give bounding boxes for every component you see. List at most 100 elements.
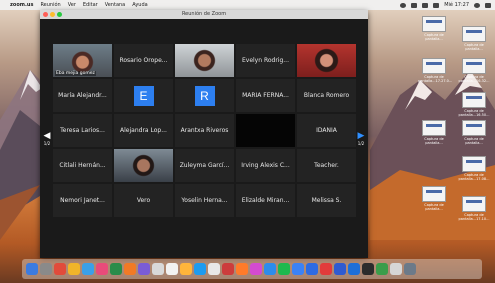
dock-app-icon[interactable] [362, 263, 374, 275]
notification-icon[interactable] [485, 2, 491, 8]
participant-tile[interactable]: Rosario Orope... [114, 44, 173, 77]
screenshot-thumbnail-icon [462, 92, 486, 108]
dock-app-icon[interactable] [54, 263, 66, 275]
participant-tile[interactable]: R [175, 79, 234, 112]
search-icon[interactable] [474, 2, 480, 8]
next-page-button[interactable]: ▶ 1/2 [356, 123, 366, 153]
participant-video [114, 149, 173, 182]
fullscreen-window-button[interactable] [57, 12, 62, 17]
participant-tile[interactable]: E [114, 79, 173, 112]
desktop-file-icon[interactable]: Captura de pantalla... [418, 186, 450, 211]
status-icon[interactable] [400, 2, 407, 8]
dock-app-icon[interactable] [110, 263, 122, 275]
participant-tile[interactable]: Nemori Janet... [53, 184, 112, 217]
participant-tile[interactable]: Evelyn Rodrig... [236, 44, 295, 77]
dock-app-icon[interactable] [222, 263, 234, 275]
menu-item-ver[interactable]: Ver [68, 0, 76, 10]
participant-tile[interactable]: Teacher. [297, 149, 356, 182]
desktop-file-icon[interactable]: Captura de pantalla...16.50... [458, 92, 490, 117]
desktop-file-label: Captura de pantalla...17.08... [458, 173, 490, 181]
dock-app-icon[interactable] [320, 263, 332, 275]
dock-app-icon[interactable] [250, 263, 262, 275]
participant-tile[interactable]: Eba mejia gomez [53, 44, 112, 77]
volume-icon[interactable] [422, 2, 429, 8]
participant-tile[interactable]: Alejandra Lop... [114, 114, 173, 147]
battery-icon[interactable] [433, 2, 440, 8]
dock-app-icon[interactable] [138, 263, 150, 275]
participant-name: Irving Alexis C... [241, 162, 290, 169]
dock-app-icon[interactable] [124, 263, 136, 275]
participant-tile[interactable] [297, 44, 356, 77]
screenshot-thumbnail-icon [462, 26, 486, 42]
dock-app-icon[interactable] [376, 263, 388, 275]
desktop-file-icon[interactable]: Captura de pantalla...17.10... [458, 196, 490, 221]
dock-app-icon[interactable] [334, 263, 346, 275]
chevron-left-icon: ◀ [43, 130, 51, 141]
desktop-file-icon[interactable]: Captura de pantalla... [418, 16, 450, 41]
zoom-meeting-window: Reunión de Zoom ◀ 1/2 ▶ 1/2 Eba mejia go… [40, 10, 368, 258]
dock-app-icon[interactable] [68, 263, 80, 275]
desktop-file-label: Captura de pantalla... [424, 137, 444, 145]
desktop-file-icon[interactable]: Captura de pantalla... [458, 120, 490, 145]
dock-app-icon[interactable] [278, 263, 290, 275]
dock-app-icon[interactable] [152, 263, 164, 275]
dock-app-icon[interactable] [40, 263, 52, 275]
wifi-icon[interactable] [411, 2, 418, 8]
dock-app-icon[interactable] [82, 263, 94, 275]
chevron-right-icon: ▶ [357, 130, 365, 141]
dock-app-icon[interactable] [194, 263, 206, 275]
page-indicator-left: 1/2 [43, 140, 51, 146]
menu-clock[interactable]: Mié 17:27 [444, 2, 469, 8]
dock-app-icon[interactable] [306, 263, 318, 275]
previous-page-button[interactable]: ◀ 1/2 [42, 123, 52, 153]
menu-item-ayuda[interactable]: Ayuda [132, 0, 147, 10]
participant-tile[interactable] [175, 44, 234, 77]
dock-app-icon[interactable] [264, 263, 276, 275]
close-window-button[interactable] [43, 12, 48, 17]
participant-tile[interactable] [114, 149, 173, 182]
desktop-file-icon[interactable]: Captura de pantalla...17.27.0... [418, 58, 452, 83]
desktop-file-label: Captura de pantalla...16.50... [458, 109, 490, 117]
dock-app-icon[interactable] [208, 263, 220, 275]
screenshot-thumbnail-icon [462, 196, 486, 212]
dock-app-icon[interactable] [166, 263, 178, 275]
participant-tile[interactable]: Blanca Romero [297, 79, 356, 112]
dock-app-icon[interactable] [348, 263, 360, 275]
menu-item-ventana[interactable]: Ventana [105, 0, 126, 10]
participant-tile[interactable]: Yoselin Herna... [175, 184, 234, 217]
desktop-file-icon[interactable]: Captura de pantalla...16.32... [458, 58, 490, 83]
dock-app-icon[interactable] [26, 263, 38, 275]
participant-name: Arantxa Riveros [180, 127, 229, 134]
participant-video [297, 44, 356, 77]
dock-app-icon[interactable] [292, 263, 304, 275]
desktop-file-icon[interactable]: Captura de pantalla...17.08... [458, 156, 490, 181]
dock-app-icon[interactable] [180, 263, 192, 275]
participant-tile[interactable]: Teresa Larios... [53, 114, 112, 147]
participant-tile[interactable]: Irving Alexis C... [236, 149, 295, 182]
desktop-file-label: Captura de pantalla... [464, 43, 484, 51]
participant-tile[interactable]: Citlali Hernán... [53, 149, 112, 182]
participant-tile[interactable]: MARIA FERNA... [236, 79, 295, 112]
page-indicator-right: 1/2 [357, 140, 365, 146]
dock-app-icon[interactable] [390, 263, 402, 275]
participant-tile[interactable]: Melissa S. [297, 184, 356, 217]
participant-tile[interactable]: Zuleyma Garcí... [175, 149, 234, 182]
menu-app-name[interactable]: zoom.us [10, 0, 33, 10]
dock-app-icon[interactable] [96, 263, 108, 275]
minimize-window-button[interactable] [50, 12, 55, 17]
participant-tile[interactable]: Elizalde Miran... [236, 184, 295, 217]
participant-tile[interactable] [236, 114, 295, 147]
menu-item-reunion[interactable]: Reunión [40, 0, 60, 10]
desktop-file-icon[interactable]: Captura de pantalla... [418, 120, 450, 145]
mac-menu-bar: zoom.us Reunión Ver Editar Ventana Ayuda… [0, 0, 495, 10]
participant-tile[interactable]: María Alejandr... [53, 79, 112, 112]
participant-tile[interactable]: IDANIA [297, 114, 356, 147]
participant-tile[interactable]: Vero [114, 184, 173, 217]
participant-name: Elizalde Miran... [241, 197, 290, 204]
desktop-file-icon[interactable]: Captura de pantalla... [458, 26, 490, 51]
menu-item-editar[interactable]: Editar [83, 0, 98, 10]
participant-tile[interactable]: Arantxa Riveros [175, 114, 234, 147]
dock-app-icon[interactable] [236, 263, 248, 275]
dock-app-icon[interactable] [404, 263, 416, 275]
participant-name: Zuleyma Garcí... [179, 162, 230, 169]
